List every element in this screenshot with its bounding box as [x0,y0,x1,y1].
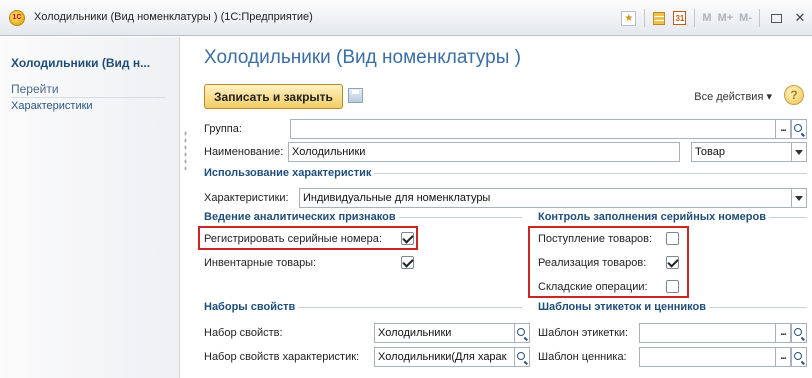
group-field[interactable]: ... [290,119,807,139]
group-open-button[interactable] [791,120,806,138]
window-title: Холодильники (Вид номенклатуры ) (1С:Пре… [34,11,313,23]
save-disk-icon[interactable] [348,88,363,103]
form-area: Холодильники (Вид номенклатуры ) Записат… [190,37,812,378]
section-characteristics-title: Использование характеристик [204,167,372,179]
help-icon[interactable]: ? [784,85,804,105]
section-serial-control: Контроль заполнения серийных номеров [538,211,807,223]
price-template-label: Шаблон ценника: [538,351,627,363]
navigation-panel: Холодильники (Вид н... Перейти Характери… [0,37,180,378]
characteristics-value: Индивидуальные для номенклатуры [303,192,491,204]
title-bar: 1С Холодильники (Вид номенклатуры ) (1С:… [0,0,812,36]
restore-icon [770,13,782,23]
name-field[interactable]: Холодильники [288,142,680,162]
search-icon [517,352,525,360]
inventory-goods-label: Инвентарные товары: [204,257,317,269]
all-actions-menu[interactable]: Все действия ▾ [694,90,772,103]
restore-button[interactable] [768,10,784,26]
divider [298,306,522,308]
characteristics-label: Характеристики: [204,192,289,204]
title-toolbar: ★ 31 M M+ M- ✕ [617,0,812,36]
section-characteristics: Использование характеристик [204,167,807,179]
list-icon[interactable] [653,11,666,25]
inventory-goods-checkbox[interactable] [401,256,414,269]
label-template-select-button[interactable]: ... [775,324,791,342]
char-property-set-open-button[interactable] [514,348,529,366]
search-icon [794,328,802,336]
calendar-icon[interactable]: 31 [673,11,687,25]
section-templates-title: Шаблоны этикеток и ценников [538,301,707,313]
memory-add-button[interactable]: M+ [718,12,734,24]
memory-subtract-button[interactable]: M- [739,12,752,24]
label-template-field[interactable]: ... [639,323,807,343]
section-property-sets-title: Наборы свойств [204,301,296,313]
price-template-field[interactable]: ... [639,347,807,367]
property-set-value: Холодильники [378,327,452,339]
divider [11,97,166,98]
close-icon[interactable]: ✕ [792,10,808,26]
memory-m-button[interactable]: M [702,12,711,24]
section-analytics-title: Ведение аналитических признаков [204,211,396,223]
favorites-star-icon[interactable]: ★ [621,10,637,26]
section-templates: Шаблоны этикеток и ценников [538,301,807,313]
price-template-open-button[interactable] [791,348,806,366]
item-type-value: Товар [695,146,725,158]
section-analytics: Ведение аналитических признаков [204,211,522,223]
name-value: Холодильники [292,146,366,158]
search-icon [794,352,802,360]
property-set-field[interactable]: Холодильники [374,323,530,343]
char-property-set-field[interactable]: Холодильники(Для харак [374,347,530,367]
divider [709,306,807,308]
label-template-label: Шаблон этикетки: [538,327,629,339]
separator [644,9,646,27]
group-select-button[interactable]: ... [775,120,791,138]
divider [398,216,522,218]
sidebar-item-characteristics[interactable]: Характеристики [11,100,93,112]
chevron-down-icon [795,149,803,155]
price-template-select-button[interactable]: ... [775,348,791,366]
characteristics-dropdown[interactable] [791,189,806,207]
splitter-handle[interactable] [184,130,187,170]
page-title: Холодильники (Вид номенклатуры ) [204,47,522,68]
sidebar-goto-header: Перейти [11,82,59,96]
chevron-down-icon [795,195,803,201]
item-type-dropdown[interactable] [791,143,806,161]
label-template-open-button[interactable] [791,324,806,342]
save-and-close-button[interactable]: Записать и закрыть [204,84,343,109]
property-set-open-button[interactable] [514,324,529,342]
search-icon [794,124,802,132]
item-type-select[interactable]: Товар [691,142,807,162]
char-property-set-value: Холодильники(Для харак [378,351,507,363]
separator [694,9,696,27]
app-logo-icon[interactable]: 1С [9,10,25,26]
search-icon [517,328,525,336]
highlight-serial-control [528,226,689,298]
char-property-set-label: Набор свойств характеристик: [204,351,360,363]
separator [759,9,760,27]
property-set-label: Набор свойств: [204,327,283,339]
highlight-serial-numbers [198,226,418,250]
divider [374,172,807,174]
section-serial-control-title: Контроль заполнения серийных номеров [538,211,766,223]
section-property-sets: Наборы свойств [204,301,522,313]
name-label: Наименование: [204,146,284,158]
group-label: Группа: [204,123,242,135]
sidebar-title[interactable]: Холодильники (Вид н... [11,56,150,70]
characteristics-select[interactable]: Индивидуальные для номенклатуры [299,188,807,208]
divider [768,216,807,218]
